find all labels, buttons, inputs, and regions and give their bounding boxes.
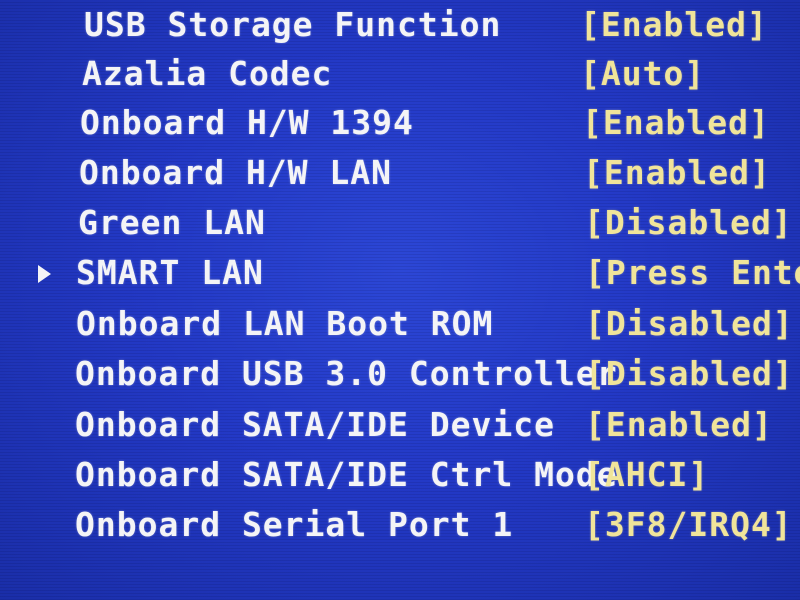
item-value[interactable]: [Enabled] [585, 400, 773, 450]
bios-item-onboard-hw-1394[interactable]: Onboard H/W 1394 [Enabled] [0, 98, 800, 148]
item-label: Green LAN [78, 203, 266, 242]
item-value[interactable]: [Disabled] [585, 299, 794, 349]
bios-item-onboard-hw-lan[interactable]: Onboard H/W LAN [Enabled] [0, 148, 800, 198]
item-value[interactable]: [Disabled] [585, 349, 794, 399]
item-value[interactable]: [Press Enter] [585, 248, 800, 298]
item-value[interactable]: [Enabled] [582, 98, 770, 148]
item-value[interactable]: [3F8/IRQ4] [584, 500, 793, 550]
bios-item-usb-storage-function[interactable]: USB Storage Function [Enabled] [0, 0, 800, 50]
item-value[interactable]: [Auto] [580, 49, 705, 99]
bios-item-green-lan[interactable]: Green LAN [Disabled] [0, 198, 800, 248]
bios-item-onboard-sata-ide-ctrl-mode[interactable]: Onboard SATA/IDE Ctrl Mode [AHCI] [0, 450, 800, 500]
submenu-arrow-icon [38, 265, 51, 283]
item-label: Onboard H/W 1394 [80, 103, 414, 142]
item-value[interactable]: [Enabled] [583, 148, 771, 198]
item-label: Onboard Serial Port 1 [75, 505, 514, 544]
bios-item-azalia-codec[interactable]: Azalia Codec [Auto] [0, 49, 800, 99]
item-label: USB Storage Function [84, 5, 502, 44]
bios-item-onboard-usb3-controller[interactable]: Onboard USB 3.0 Controller [Disabled] [0, 349, 800, 399]
item-value[interactable]: [AHCI] [584, 450, 709, 500]
bios-item-onboard-lan-boot-rom[interactable]: Onboard LAN Boot ROM [Disabled] [0, 299, 800, 349]
item-label: Onboard LAN Boot ROM [76, 304, 494, 343]
item-label: Onboard SATA/IDE Ctrl Mode [75, 455, 618, 494]
item-value[interactable]: [Disabled] [584, 198, 793, 248]
item-label: Onboard SATA/IDE Device [75, 405, 555, 444]
bios-item-onboard-sata-ide-device[interactable]: Onboard SATA/IDE Device [Enabled] [0, 400, 800, 450]
item-label: Onboard USB 3.0 Controller [75, 354, 618, 393]
bios-screen: USB Storage Function [Enabled] Azalia Co… [0, 0, 800, 600]
bios-item-smart-lan[interactable]: SMART LAN [Press Enter] [0, 248, 800, 298]
item-label: Onboard H/W LAN [79, 153, 393, 192]
bios-item-onboard-serial-port-1[interactable]: Onboard Serial Port 1 [3F8/IRQ4] [0, 500, 800, 550]
item-label: SMART LAN [76, 253, 264, 292]
item-label: Azalia Codec [82, 54, 333, 93]
item-value[interactable]: [Enabled] [580, 0, 768, 50]
